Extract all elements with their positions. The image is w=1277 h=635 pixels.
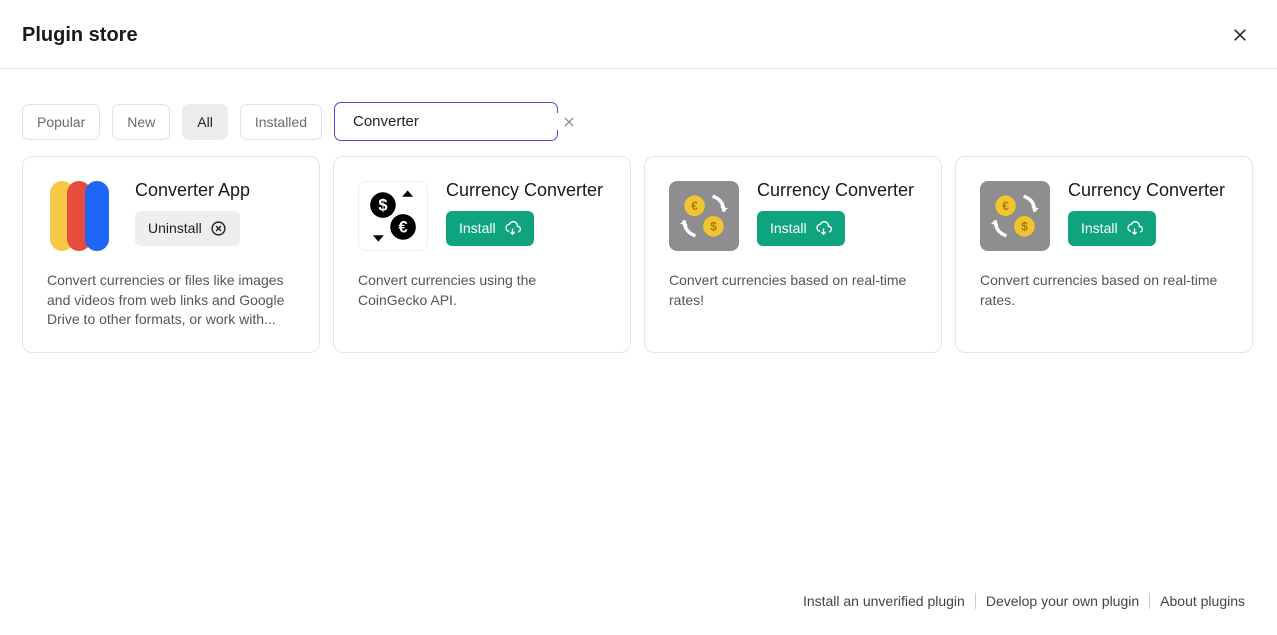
close-button[interactable] bbox=[1227, 22, 1253, 48]
install-button[interactable]: Install bbox=[446, 211, 534, 246]
install-button[interactable]: Install bbox=[757, 211, 845, 246]
x-icon bbox=[562, 115, 576, 129]
plugin-grid: Converter App Uninstall Convert currenci… bbox=[0, 141, 1277, 368]
plugin-title: Converter App bbox=[135, 181, 250, 201]
remove-circle-icon bbox=[210, 220, 227, 237]
search-field[interactable] bbox=[334, 102, 558, 141]
plugin-card: € $ Currency Converter Install Convert c… bbox=[644, 156, 942, 353]
plugin-icon-currency-bw: $ € bbox=[358, 181, 428, 251]
about-plugins-link[interactable]: About plugins bbox=[1149, 593, 1255, 609]
svg-text:€: € bbox=[398, 218, 407, 236]
filter-new[interactable]: New bbox=[112, 104, 170, 140]
page-title: Plugin store bbox=[22, 24, 138, 47]
plugin-title: Currency Converter bbox=[1068, 181, 1225, 201]
svg-text:€: € bbox=[1002, 199, 1009, 213]
toolbar: Popular New All Installed bbox=[0, 69, 1277, 141]
plugin-icon-currency-grey: € $ bbox=[980, 181, 1050, 251]
install-unverified-link[interactable]: Install an unverified plugin bbox=[793, 593, 975, 609]
header: Plugin store bbox=[0, 0, 1277, 69]
close-icon bbox=[1231, 26, 1249, 44]
plugin-card: € $ Currency Converter Install Convert c… bbox=[955, 156, 1253, 353]
footer-links: Install an unverified plugin Develop you… bbox=[771, 567, 1277, 635]
filter-all[interactable]: All bbox=[182, 104, 228, 140]
plugin-card: Converter App Uninstall Convert currenci… bbox=[22, 156, 320, 353]
develop-plugin-link[interactable]: Develop your own plugin bbox=[975, 593, 1149, 609]
search-input[interactable] bbox=[345, 113, 560, 130]
filter-installed[interactable]: Installed bbox=[240, 104, 322, 140]
plugin-title: Currency Converter bbox=[757, 181, 914, 201]
download-cloud-icon bbox=[815, 220, 832, 237]
plugin-description: Convert currencies based on real-time ra… bbox=[980, 271, 1228, 310]
download-cloud-icon bbox=[504, 220, 521, 237]
svg-text:€: € bbox=[691, 199, 698, 213]
plugin-description: Convert currencies or files like images … bbox=[47, 271, 295, 330]
filter-popular[interactable]: Popular bbox=[22, 104, 100, 140]
plugin-card: $ € Currency Converter Install Convert c… bbox=[333, 156, 631, 353]
plugin-description: Convert currencies using the CoinGecko A… bbox=[358, 271, 606, 310]
svg-text:$: $ bbox=[1021, 220, 1028, 234]
plugin-icon-currency-grey: € $ bbox=[669, 181, 739, 251]
uninstall-button[interactable]: Uninstall bbox=[135, 211, 240, 246]
install-button[interactable]: Install bbox=[1068, 211, 1156, 246]
plugin-icon-converter-app bbox=[47, 181, 117, 251]
svg-text:$: $ bbox=[378, 197, 387, 215]
svg-text:$: $ bbox=[710, 220, 717, 234]
plugin-title: Currency Converter bbox=[446, 181, 603, 201]
plugin-description: Convert currencies based on real-time ra… bbox=[669, 271, 917, 310]
action-label: Install bbox=[1081, 220, 1118, 236]
clear-search-button[interactable] bbox=[560, 113, 578, 131]
action-label: Install bbox=[770, 220, 807, 236]
download-cloud-icon bbox=[1126, 220, 1143, 237]
action-label: Uninstall bbox=[148, 220, 202, 236]
action-label: Install bbox=[459, 220, 496, 236]
